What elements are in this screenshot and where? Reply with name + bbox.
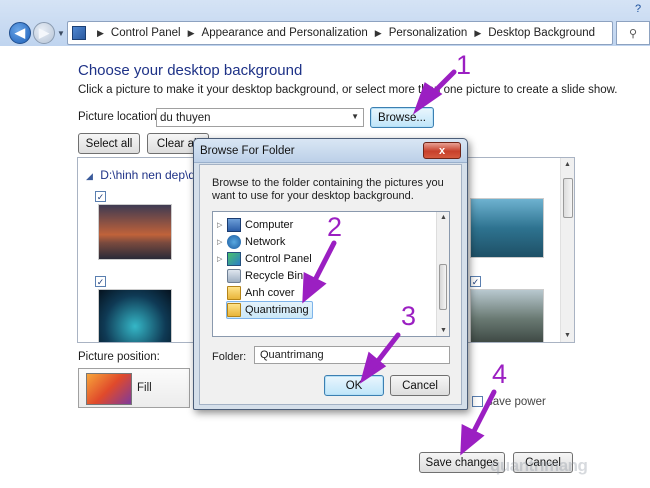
annotation-2: 2: [327, 212, 343, 242]
annotation-1: 1: [456, 50, 472, 80]
arrowhead-2: [302, 272, 327, 304]
annotation-arrows: [302, 69, 497, 456]
annotation-4: 4: [492, 359, 508, 389]
annotation-3: 3: [401, 301, 417, 331]
arrowhead-1: [412, 82, 443, 115]
watermark: quantrimang: [490, 456, 588, 475]
arrowhead-4: [460, 424, 485, 456]
arrow-4: [468, 389, 497, 440]
